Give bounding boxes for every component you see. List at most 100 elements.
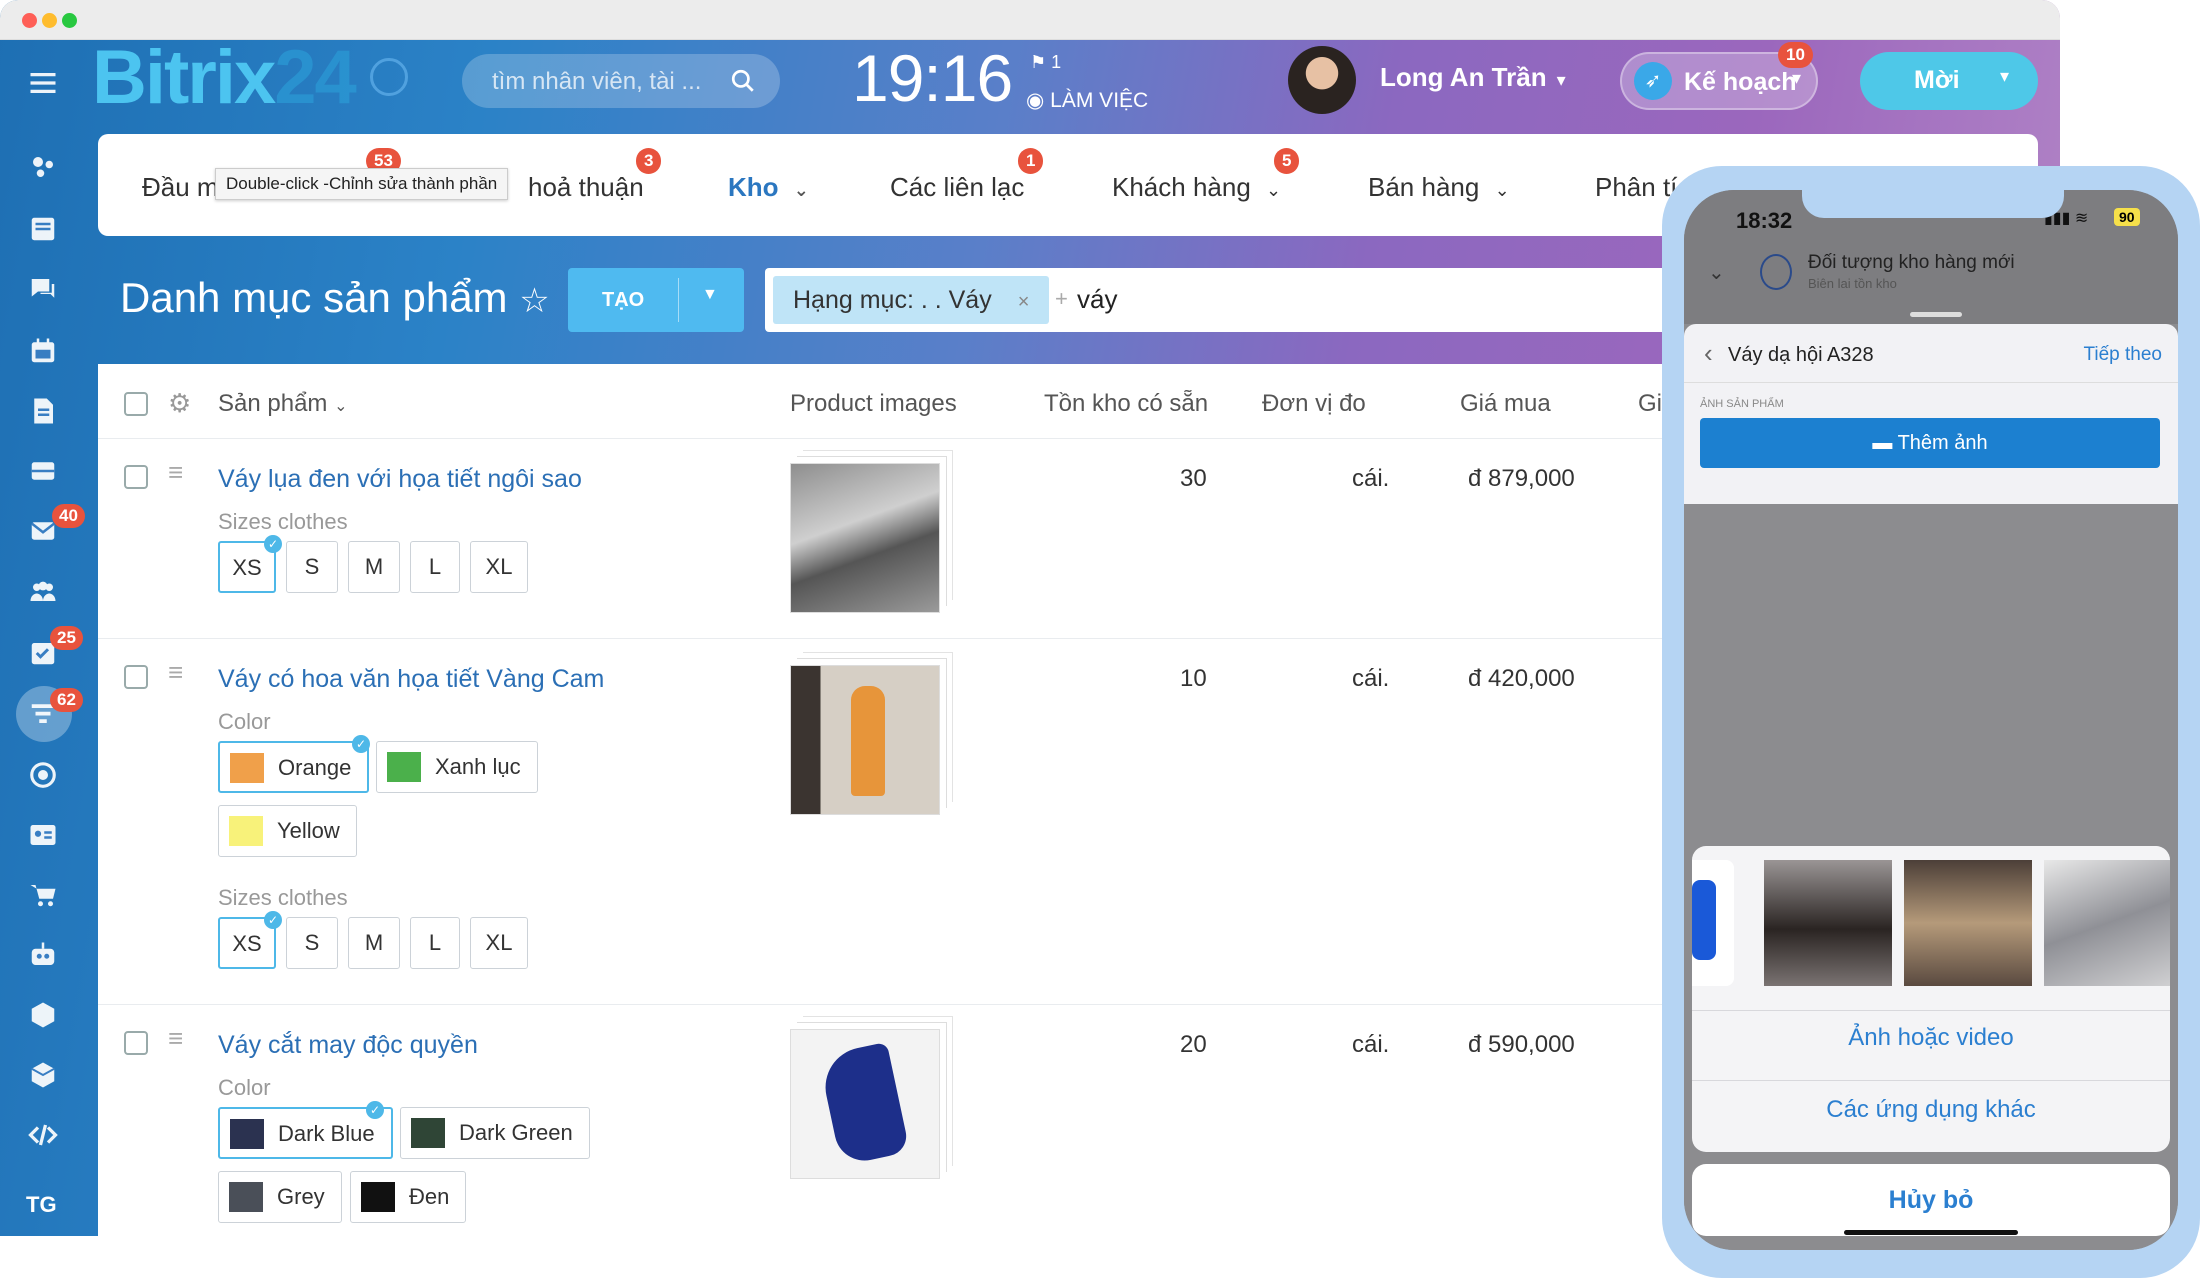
select-all-checkbox[interactable] [124, 392, 148, 416]
product-name-link[interactable]: Váy lụa đen với họa tiết ngôi sao [218, 465, 582, 494]
cart-icon[interactable] [26, 878, 60, 912]
size-option-l[interactable]: L [410, 541, 460, 593]
work-status[interactable]: ◉ LÀM VIỆC [1026, 88, 1148, 113]
col-header-price[interactable]: Gi [1638, 390, 1662, 418]
product-image[interactable] [790, 1029, 940, 1179]
color-label: Xanh lục [435, 754, 521, 779]
color-option-green[interactable]: Xanh lục [376, 741, 538, 793]
flag-counter[interactable]: ⚑ 1 [1030, 52, 1061, 73]
product-image[interactable] [790, 463, 940, 613]
check-icon: ✓ [366, 1101, 384, 1119]
chevron-down-icon: ⌄ [793, 180, 809, 200]
chevron-down-icon[interactable]: ▼ [702, 286, 718, 304]
photo-thumbnail[interactable] [2044, 860, 2170, 986]
col-header-images[interactable]: Product images [790, 390, 957, 418]
unit-value: cái. [1352, 665, 1390, 692]
employees-icon[interactable] [26, 574, 60, 608]
row-checkbox[interactable] [124, 465, 148, 489]
product-name-link[interactable]: Váy cắt may độc quyền [218, 1031, 478, 1060]
box-icon[interactable] [26, 998, 60, 1032]
color-option-dark-green[interactable]: Dark Green [400, 1107, 590, 1159]
col-header-purchase-price[interactable]: Giá mua [1460, 390, 1551, 418]
size-option-xl[interactable]: XL [470, 541, 528, 593]
tab-badge: 1 [1018, 148, 1044, 174]
cancel-button[interactable]: Hủy bỏ [1692, 1164, 2170, 1236]
tab-ban-hang[interactable]: Bán hàng ⌄ [1368, 172, 1510, 203]
chat-icon[interactable] [26, 272, 60, 306]
invite-label: Mời [1914, 66, 1960, 94]
filter-text[interactable]: váy [1077, 284, 1117, 315]
create-label: TẠO [602, 289, 645, 311]
drag-handle-icon[interactable]: ≡ [168, 457, 183, 488]
tab-kho[interactable]: Kho ⌄ [728, 172, 809, 203]
drive-icon[interactable] [26, 454, 60, 488]
code-icon[interactable] [26, 1118, 60, 1152]
col-header-stock[interactable]: Tồn kho có sẵn [1044, 390, 1208, 418]
size-option-s[interactable]: S [286, 541, 338, 593]
size-option-m[interactable]: M [348, 917, 400, 969]
search-input[interactable]: tìm nhân viên, tài ... [462, 54, 780, 108]
back-chevron-icon[interactable]: ‹ [1704, 338, 1713, 369]
user-menu[interactable]: Long An Trần ▾ [1380, 62, 1566, 93]
photo-video-option[interactable]: Ảnh hoặc video [1692, 1024, 2170, 1052]
close-window-button[interactable] [22, 13, 37, 28]
size-option-xl[interactable]: XL [470, 917, 528, 969]
box-open-icon[interactable] [26, 1058, 60, 1092]
drag-handle-icon[interactable]: ≡ [168, 657, 183, 688]
color-option-yellow[interactable]: Yellow [218, 805, 357, 857]
search-icon[interactable] [730, 68, 756, 94]
product-name-link[interactable]: Váy có hoa văn họa tiết Vàng Cam [218, 665, 604, 694]
filter-chip[interactable]: Hạng mục: . . Váy × [773, 276, 1050, 324]
row-checkbox[interactable] [124, 1031, 148, 1055]
color-option-grey[interactable]: Grey [218, 1171, 342, 1223]
tab-khach-hang[interactable]: Khách hàng ⌄ [1112, 172, 1281, 203]
robot-icon[interactable] [26, 938, 60, 972]
product-image[interactable] [790, 665, 940, 815]
maximize-window-button[interactable] [62, 13, 77, 28]
chevron-down-icon: ⌄ [1708, 262, 1725, 284]
row-checkbox[interactable] [124, 665, 148, 689]
drag-handle-icon[interactable]: ≡ [168, 1023, 183, 1054]
clock-logo-icon [370, 58, 408, 96]
documents-icon[interactable] [26, 394, 60, 428]
col-header-product[interactable]: Sản phẩm ⌄ [218, 390, 347, 418]
work-clock[interactable]: 19:16 [852, 40, 1013, 116]
menu-hamburger-icon[interactable] [26, 66, 60, 100]
sheet-grabber[interactable] [1910, 312, 1962, 317]
tab-phan-tich[interactable]: Phân tí [1595, 172, 1677, 203]
activity-icon[interactable] [26, 150, 60, 184]
col-product-label: Sản phẩm [218, 390, 328, 417]
invite-button[interactable]: Mời ▾ [1860, 52, 2038, 110]
add-photo-label: Thêm ảnh [1897, 432, 1988, 454]
photo-thumbnail[interactable] [1904, 860, 2032, 986]
bitrix-logo[interactable]: Bitrix24 [92, 38, 357, 118]
other-apps-option[interactable]: Các ứng dụng khác [1692, 1096, 2170, 1124]
photo-thumbnail[interactable] [1692, 860, 1734, 986]
battery-level: 90 [2114, 208, 2140, 226]
user-avatar[interactable] [1288, 46, 1356, 114]
target-icon[interactable] [26, 758, 60, 792]
minimize-window-button[interactable] [42, 13, 57, 28]
photo-thumbnail[interactable] [1764, 860, 1892, 986]
color-option-orange[interactable]: Orange [218, 741, 370, 793]
news-icon[interactable] [26, 212, 60, 246]
size-option-m[interactable]: M [348, 541, 400, 593]
next-button[interactable]: Tiếp theo [2083, 344, 2162, 366]
color-option-black[interactable]: Đen [350, 1171, 467, 1223]
add-photo-button[interactable]: ▬ Thêm ảnh [1700, 418, 2160, 468]
size-option-s[interactable]: S [286, 917, 338, 969]
size-option-l[interactable]: L [410, 917, 460, 969]
calendar-icon[interactable] [26, 334, 60, 368]
star-icon[interactable]: ☆ [519, 282, 549, 320]
contact-card-icon[interactable] [26, 818, 60, 852]
close-icon[interactable]: × [1018, 291, 1030, 313]
col-header-unit[interactable]: Đơn vị đo [1262, 390, 1366, 418]
tab-thoa-thuan[interactable]: hoả thuận [528, 172, 644, 203]
tab-dau-moi[interactable]: Đầu m [142, 172, 219, 203]
create-button[interactable]: TẠO ▼ [568, 268, 744, 332]
sidebar-bottom-label[interactable]: TG [26, 1192, 57, 1218]
gear-icon[interactable]: ⚙ [168, 388, 191, 419]
chevron-down-icon: ▾ [1556, 70, 1566, 90]
phone-notch [1802, 166, 2064, 218]
tab-cac-lien-lac[interactable]: Các liên lạc [890, 172, 1024, 203]
